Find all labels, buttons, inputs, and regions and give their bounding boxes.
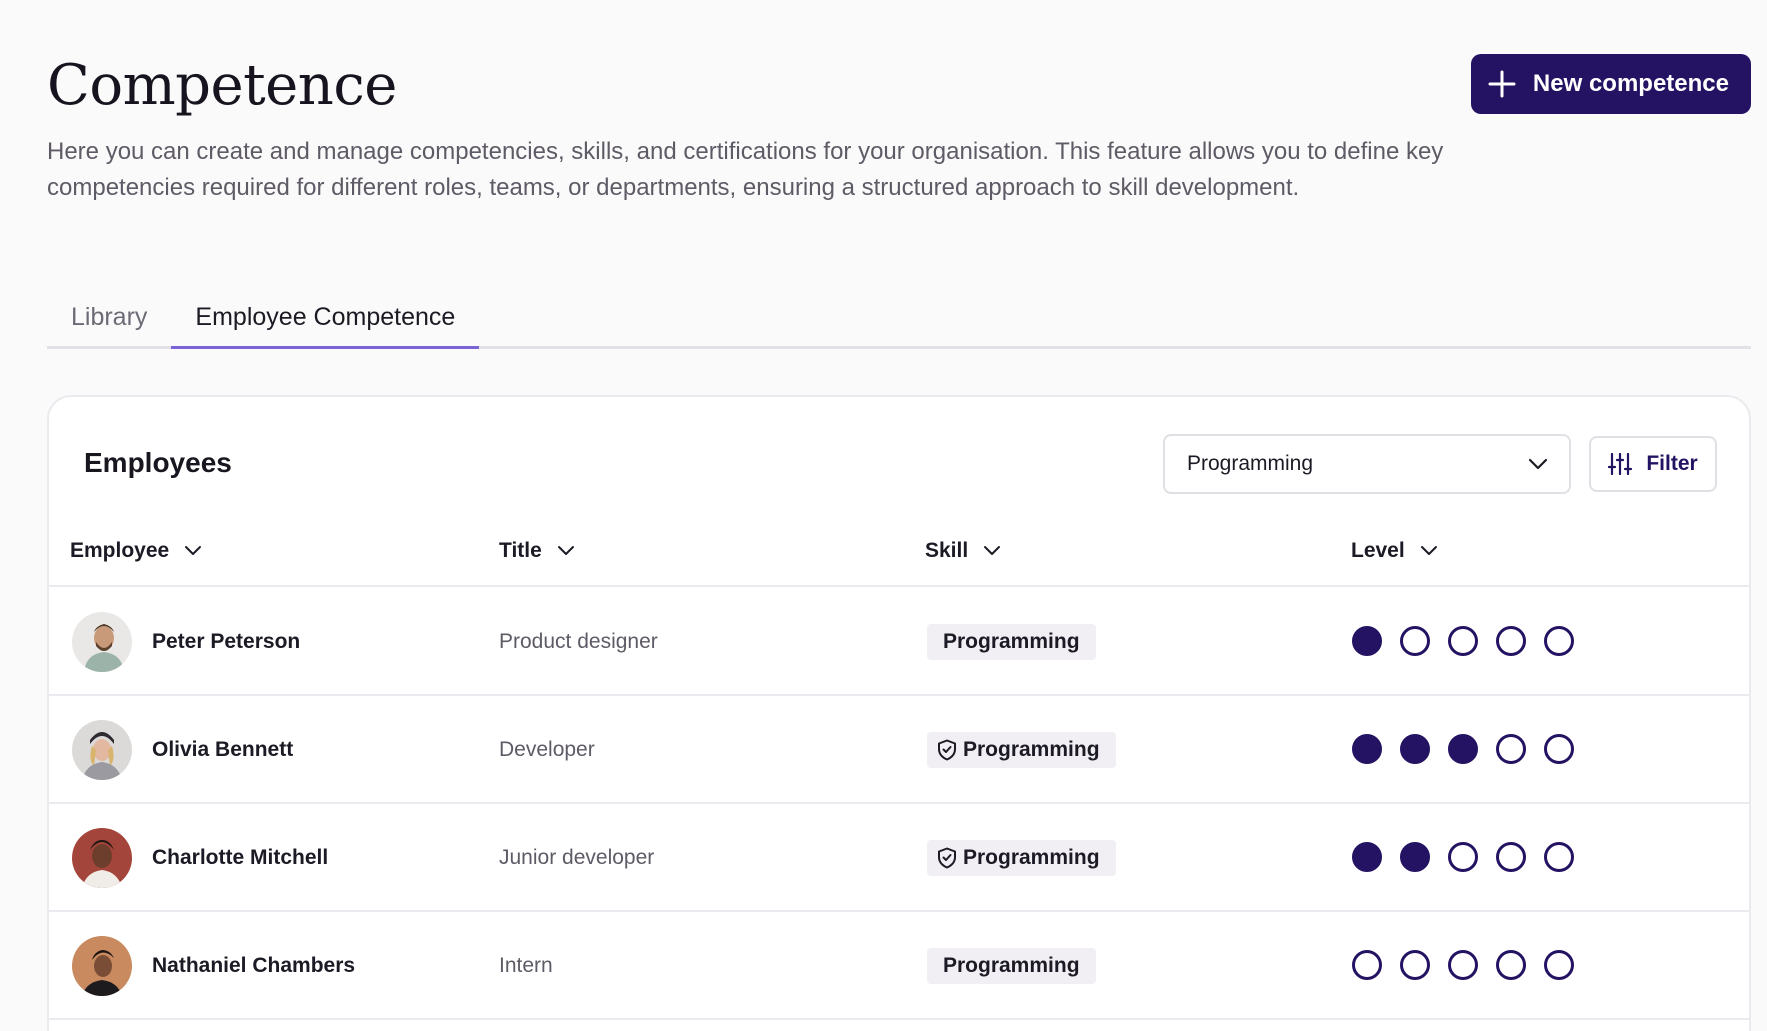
employee-title: Developer [499, 738, 595, 761]
tab-bar: Library Employee Competence [47, 294, 1751, 349]
level-dot-empty [1544, 734, 1574, 764]
level-dot-filled [1352, 734, 1382, 764]
table-header: Employee Title Skill Level [49, 527, 1749, 587]
level-dot-empty [1400, 950, 1430, 980]
employee-title: Intern [499, 954, 553, 977]
skill-badge: Programming [927, 948, 1096, 984]
new-competence-label: New competence [1532, 70, 1729, 97]
employee-name[interactable]: Nathaniel Chambers [152, 954, 355, 978]
avatar [72, 828, 132, 888]
chevron-down-icon [185, 546, 202, 555]
employee-name[interactable]: Charlotte Mitchell [152, 846, 328, 870]
competence-page: Competence Here you can create and manag… [0, 0, 1767, 1031]
filter-button[interactable]: Filter [1589, 436, 1717, 492]
column-label: Skill [925, 539, 969, 562]
card-title: Employees [84, 447, 232, 478]
level-dot-empty [1496, 950, 1526, 980]
filter-label: Filter [1646, 452, 1698, 475]
level-dot-filled [1352, 842, 1382, 872]
level-dot-empty [1544, 626, 1574, 656]
level-indicator [1352, 842, 1574, 872]
column-employee[interactable]: Employee [70, 539, 203, 563]
skill-badge: Programming [927, 624, 1096, 660]
employee-title: Junior developer [499, 846, 655, 869]
level-dot-empty [1544, 950, 1574, 980]
plus-icon [1488, 70, 1516, 98]
level-dot-filled [1400, 734, 1430, 764]
column-label: Level [1351, 539, 1405, 562]
chevron-down-icon [557, 546, 574, 555]
shield-check-icon [938, 739, 956, 761]
employees-card: Employees Programming Filter Employee Ti… [47, 395, 1751, 1031]
level-indicator [1352, 626, 1574, 656]
skill-select[interactable]: Programming [1163, 434, 1571, 494]
avatar [72, 612, 132, 672]
column-level[interactable]: Level [1351, 539, 1439, 563]
avatar [72, 720, 132, 780]
level-dot-filled [1352, 626, 1382, 656]
employee-name[interactable]: Peter Peterson [152, 630, 300, 654]
new-competence-button[interactable]: New competence [1470, 54, 1751, 114]
table-row[interactable]: Nathaniel Chambers Intern Programming [49, 912, 1749, 1020]
level-dot-filled [1448, 734, 1478, 764]
level-dot-empty [1400, 626, 1430, 656]
column-label: Title [499, 539, 542, 562]
level-dot-empty [1448, 626, 1478, 656]
table-row[interactable]: Olivia Bennett Developer Programming [49, 696, 1749, 804]
column-title[interactable]: Title [499, 539, 576, 563]
level-dot-empty [1544, 842, 1574, 872]
skill-select-value: Programming [1187, 452, 1314, 475]
tab-employee-competence[interactable]: Employee Competence [171, 303, 480, 349]
chevron-down-icon [984, 546, 1001, 555]
column-skill[interactable]: Skill [925, 539, 1002, 563]
tab-library[interactable]: Library [47, 303, 171, 349]
skill-label: Programming [943, 954, 1080, 977]
level-dot-filled [1400, 842, 1430, 872]
skill-label: Programming [943, 630, 1080, 653]
level-dot-empty [1496, 734, 1526, 764]
employee-name[interactable]: Olivia Bennett [152, 738, 293, 762]
skill-badge: Programming [927, 732, 1116, 768]
skill-label: Programming [963, 846, 1100, 869]
level-dot-empty [1496, 626, 1526, 656]
level-dot-empty [1448, 842, 1478, 872]
skill-label: Programming [963, 738, 1100, 761]
sliders-icon [1608, 452, 1633, 476]
level-dot-empty [1448, 950, 1478, 980]
table-row[interactable]: Peter Peterson Product designer Programm… [49, 588, 1749, 696]
employee-title: Product designer [499, 630, 658, 653]
level-indicator [1352, 734, 1574, 764]
skill-badge: Programming [927, 840, 1116, 876]
chevron-down-icon [1420, 546, 1437, 555]
chevron-down-icon [1528, 458, 1548, 470]
avatar [72, 936, 132, 996]
page-description: Here you can create and manage competenc… [47, 138, 1444, 201]
shield-check-icon [938, 847, 956, 869]
level-dot-empty [1352, 950, 1382, 980]
column-label: Employee [70, 539, 170, 562]
level-dot-empty [1496, 842, 1526, 872]
level-indicator [1352, 950, 1574, 980]
table-row[interactable]: Charlotte Mitchell Junior developer Prog… [49, 804, 1749, 912]
